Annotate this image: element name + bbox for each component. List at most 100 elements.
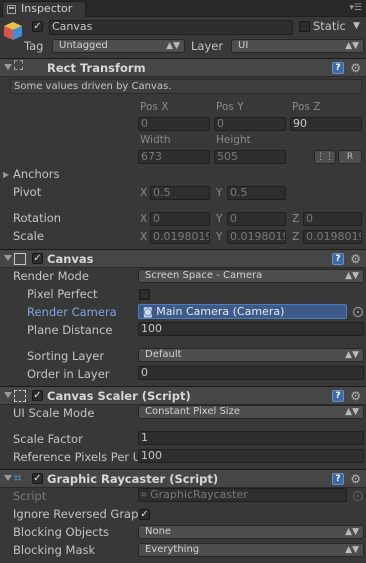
canvas-component-header[interactable]: ✓ Canvas ? ⚙ bbox=[0, 249, 366, 268]
object-active-checkbox[interactable]: ✓ bbox=[32, 21, 43, 32]
canvas-component-icon bbox=[14, 253, 26, 265]
scale-y-field[interactable]: 0.0198019 bbox=[227, 230, 286, 244]
tab-inspector-label: Inspector bbox=[21, 2, 73, 15]
pivot-x-label: X bbox=[140, 187, 148, 199]
plane-distance-label: Plane Distance bbox=[27, 323, 113, 337]
rotation-y-label: Y bbox=[216, 213, 223, 225]
raw-edit-button[interactable]: R bbox=[338, 150, 362, 164]
foldout-arrow-icon[interactable] bbox=[4, 475, 12, 481]
static-label: Static bbox=[313, 19, 346, 33]
static-checkbox[interactable] bbox=[299, 21, 310, 32]
reference-ppu-field[interactable]: 100 bbox=[138, 449, 364, 463]
blocking-mask-value: Everything bbox=[145, 544, 200, 555]
scale-factor-field[interactable]: 1 bbox=[138, 431, 364, 445]
sorting-layer-dropdown[interactable]: Default ▲▼ bbox=[138, 348, 364, 362]
rect-transform-header[interactable]: ⛶ Rect Transform ? ⚙ bbox=[0, 58, 366, 77]
scale-x-field[interactable]: 0.0198019 bbox=[150, 230, 210, 244]
gear-icon[interactable]: ⚙ bbox=[350, 252, 361, 266]
gear-icon[interactable]: ⚙ bbox=[350, 389, 361, 403]
script-label: Script bbox=[13, 489, 47, 503]
foldout-arrow-icon[interactable] bbox=[4, 64, 12, 70]
pos-z-field[interactable]: 90 bbox=[290, 117, 362, 131]
render-camera-value: Main Camera (Camera) bbox=[156, 305, 285, 318]
scale-x-label: X bbox=[140, 231, 148, 243]
pivot-x-field[interactable]: 0.5 bbox=[150, 186, 210, 200]
script-value: GraphicRaycaster bbox=[150, 488, 248, 501]
rotation-x-field[interactable]: 0 bbox=[150, 212, 210, 226]
pivot-y-label: Y bbox=[216, 187, 223, 199]
tab-menu-icon[interactable]: ▾☰ bbox=[349, 3, 362, 13]
rotation-z-label: Z bbox=[292, 213, 300, 225]
plane-distance-field[interactable]: 100 bbox=[138, 322, 364, 336]
width-field[interactable]: 673 bbox=[138, 150, 210, 164]
tab-inspector[interactable]: Inspector bbox=[2, 1, 86, 17]
pos-y-field[interactable]: 0 bbox=[214, 117, 286, 131]
rotation-label: Rotation bbox=[13, 211, 62, 225]
layer-label: Layer bbox=[191, 39, 224, 53]
anchors-foldout-icon[interactable]: ▶ bbox=[3, 170, 9, 179]
foldout-arrow-icon[interactable] bbox=[4, 392, 12, 398]
help-icon[interactable]: ? bbox=[332, 253, 344, 265]
blocking-objects-dropdown[interactable]: None ▲▼ bbox=[138, 525, 364, 539]
anchors-label: Anchors bbox=[13, 167, 60, 181]
pos-y-label: Pos Y bbox=[216, 101, 244, 113]
blocking-objects-label: Blocking Objects bbox=[13, 525, 109, 539]
render-camera-field[interactable]: ◙ Main Camera (Camera) bbox=[138, 304, 347, 319]
pixel-perfect-checkbox[interactable] bbox=[139, 289, 150, 300]
order-in-layer-field[interactable]: 0 bbox=[138, 366, 364, 380]
inspector-icon bbox=[7, 5, 16, 14]
layer-dropdown[interactable]: UI ▲▼ bbox=[231, 39, 364, 53]
pos-x-field[interactable]: 0 bbox=[138, 117, 210, 131]
static-dropdown-arrow-icon[interactable]: ▼ bbox=[353, 21, 360, 31]
ignore-reversed-graphics-label: Ignore Reversed Grap bbox=[13, 507, 138, 521]
ignore-reversed-graphics-checkbox[interactable]: ✓ bbox=[139, 509, 150, 520]
help-icon[interactable]: ? bbox=[332, 473, 344, 485]
camera-icon: ◙ bbox=[143, 307, 153, 318]
pivot-y-field[interactable]: 0.5 bbox=[227, 186, 286, 200]
pos-x-label: Pos X bbox=[140, 101, 169, 113]
scale-factor-label: Scale Factor bbox=[13, 432, 83, 446]
chevron-icon: ▲▼ bbox=[166, 41, 180, 51]
canvas-enabled-checkbox[interactable]: ✓ bbox=[32, 253, 43, 264]
render-mode-dropdown[interactable]: Screen Space - Camera ▲▼ bbox=[138, 269, 364, 283]
help-icon[interactable]: ? bbox=[332, 390, 344, 402]
render-camera-label: Render Camera bbox=[27, 305, 117, 319]
pivot-label: Pivot bbox=[13, 185, 42, 199]
rect-transform-title: Rect Transform bbox=[47, 61, 146, 75]
canvas-scaler-header[interactable]: ✓ Canvas Scaler (Script) ? ⚙ bbox=[0, 386, 366, 405]
rotation-z-field[interactable]: 0 bbox=[303, 212, 362, 226]
render-mode-label: Render Mode bbox=[13, 269, 89, 283]
chevron-icon: ▲▼ bbox=[345, 545, 359, 555]
tag-dropdown[interactable]: Untagged ▲▼ bbox=[52, 39, 185, 53]
gear-icon[interactable]: ⚙ bbox=[350, 61, 361, 75]
pixel-perfect-label: Pixel Perfect bbox=[27, 287, 98, 301]
render-mode-value: Screen Space - Camera bbox=[145, 270, 263, 281]
sorting-layer-label: Sorting Layer bbox=[27, 349, 105, 363]
object-name-field[interactable]: Canvas bbox=[49, 20, 293, 35]
blocking-mask-dropdown[interactable]: Everything ▲▼ bbox=[138, 543, 364, 557]
canvas-scaler-enabled-checkbox[interactable]: ✓ bbox=[32, 390, 43, 401]
rotation-y-field[interactable]: 0 bbox=[227, 212, 286, 226]
ui-scale-mode-dropdown[interactable]: Constant Pixel Size ▲▼ bbox=[138, 405, 364, 419]
canvas-scaler-icon bbox=[14, 390, 26, 402]
script-file-icon: ⌗ bbox=[141, 490, 147, 501]
canvas-title: Canvas bbox=[47, 252, 94, 266]
blueprint-mode-button[interactable]: ⋮⋮ bbox=[314, 150, 336, 164]
help-icon[interactable]: ? bbox=[332, 62, 344, 74]
chevron-icon: ▲▼ bbox=[345, 271, 359, 281]
blocking-mask-label: Blocking Mask bbox=[13, 543, 96, 557]
gear-icon[interactable]: ⚙ bbox=[350, 472, 361, 486]
graphic-raycaster-enabled-checkbox[interactable]: ✓ bbox=[32, 473, 43, 484]
height-field[interactable]: 505 bbox=[214, 150, 286, 164]
script-field: ⌗ GraphicRaycaster bbox=[138, 488, 347, 502]
foldout-arrow-icon[interactable] bbox=[4, 255, 12, 261]
object-picker-icon[interactable] bbox=[353, 307, 363, 317]
chevron-icon: ▲▼ bbox=[345, 41, 359, 51]
scale-z-field[interactable]: 0.0198019 bbox=[303, 230, 362, 244]
reference-ppu-label: Reference Pixels Per U bbox=[13, 450, 138, 464]
chevron-icon: ▲▼ bbox=[345, 407, 359, 417]
graphic-raycaster-header[interactable]: ⌗ ✓ Graphic Raycaster (Script) ? ⚙ bbox=[0, 469, 366, 488]
chevron-icon: ▲▼ bbox=[345, 527, 359, 537]
height-label: Height bbox=[216, 134, 251, 146]
graphic-raycaster-icon: ⌗ bbox=[14, 471, 22, 486]
